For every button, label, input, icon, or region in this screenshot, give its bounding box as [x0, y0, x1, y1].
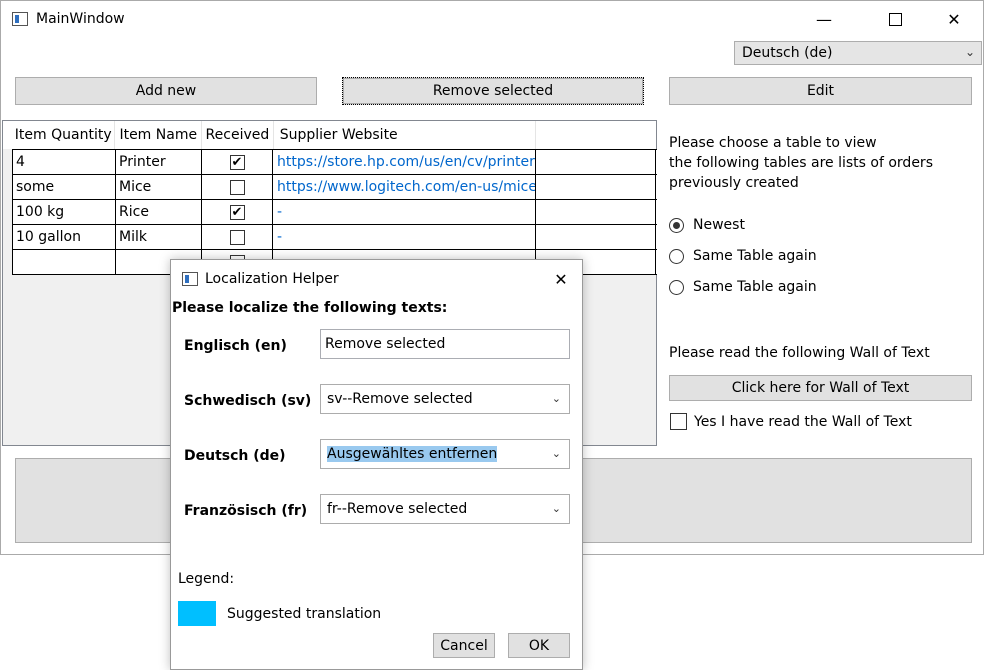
cell-supplier-website: - [273, 200, 536, 224]
cell-item-quantity[interactable]: some [13, 175, 116, 199]
swedish-dropdown[interactable]: sv--Remove selected ⌄ [320, 384, 570, 414]
dialog-heading: Please localize the following texts: [172, 300, 448, 316]
cell-item-name[interactable]: Milk [116, 225, 202, 249]
language-combobox[interactable]: Deutsch (de) ⌄ [734, 41, 982, 65]
info-line: Please choose a table to view [669, 135, 877, 151]
column-header-item-quantity[interactable]: Item Quantity [12, 121, 116, 149]
supplier-website-link[interactable]: https://www.logitech.com/en-us/mice [273, 175, 536, 199]
cell-supplier-website: - [273, 225, 536, 249]
cell-filler [536, 150, 656, 174]
cell-item-name[interactable]: Mice [116, 175, 202, 199]
datagrid-rows: 4 Printer ✔ https://store.hp.com/us/en/cv/p… [12, 149, 657, 275]
wall-of-text-button[interactable]: Click here for Wall of Text [669, 375, 972, 401]
radio-button-icon [669, 279, 684, 295]
add-new-button[interactable]: Add new [15, 77, 317, 105]
checkbox-icon [670, 413, 687, 430]
english-text-value: Remove selected [325, 336, 446, 352]
received-checkbox[interactable] [229, 229, 245, 245]
received-checkbox[interactable] [229, 179, 245, 195]
edit-button[interactable]: Edit [669, 77, 972, 105]
french-dropdown-value: fr--Remove selected [327, 501, 468, 517]
cell-filler [536, 225, 656, 249]
english-text-input[interactable]: Remove selected [320, 329, 570, 359]
radio-button-icon [669, 217, 684, 233]
table-row[interactable]: some Mice https://www.logitech.com/en-us/m… [13, 175, 657, 200]
french-dropdown[interactable]: fr--Remove selected ⌄ [320, 494, 570, 524]
cell-item-quantity[interactable]: 4 [13, 150, 116, 174]
chevron-down-icon: ⌄ [551, 502, 561, 515]
table-row[interactable]: 4 Printer ✔ https://store.hp.com/us/en/cv/p… [13, 150, 657, 175]
ok-button[interactable]: OK [508, 633, 570, 658]
table-row[interactable]: 100 kg Rice ✔ - [13, 200, 657, 225]
row-header-spacer [3, 121, 12, 149]
column-header-item-name[interactable]: Item Name [115, 121, 203, 149]
cell-received: ✔ [202, 200, 273, 224]
received-checkbox[interactable]: ✔ [229, 154, 245, 170]
cell-item-name[interactable]: Printer [116, 150, 202, 174]
checkbox-label: Yes I have read the Wall of Text [694, 413, 912, 430]
close-icon[interactable]: ✕ [931, 4, 977, 34]
localization-helper-dialog: Localization Helper ✕ Please localize th… [170, 259, 583, 670]
wall-of-text-checkbox[interactable]: Yes I have read the Wall of Text [670, 413, 912, 430]
info-line: the following tables are lists of orders [669, 155, 933, 171]
chevron-down-icon: ⌄ [551, 447, 561, 460]
cell-item-quantity[interactable]: 10 gallon [13, 225, 116, 249]
cell-received [202, 225, 273, 249]
radio-label: Same Table again [693, 248, 817, 264]
cell-item-quantity[interactable]: 100 kg [13, 200, 116, 224]
info-text: Please choose a table to view the follow… [669, 133, 933, 193]
field-label-de: Deutsch (de) [184, 448, 286, 464]
cell-filler [536, 200, 656, 224]
chevron-down-icon: ⌄ [964, 45, 975, 59]
cell-item-name[interactable]: Rice [116, 200, 202, 224]
radio-newest[interactable]: Newest [669, 217, 745, 233]
cell-filler [536, 175, 656, 199]
chevron-down-icon: ⌄ [551, 392, 561, 405]
cell-received: ✔ [202, 150, 273, 174]
column-header-filler [536, 121, 656, 149]
wall-of-text-prompt: Please read the following Wall of Text [669, 345, 930, 361]
maximize-icon[interactable] [872, 4, 918, 34]
datagrid-header: Item Quantity Item Name Received Supplie… [3, 121, 656, 149]
window-title: MainWindow [36, 11, 125, 27]
dialog-window-icon [182, 272, 198, 286]
cell-received [202, 175, 273, 199]
column-header-supplier-website[interactable]: Supplier Website [274, 121, 536, 149]
minimize-icon[interactable]: — [801, 4, 847, 34]
german-dropdown-value: Ausgewähltes entfernen [327, 446, 498, 462]
legend-label: Legend: [178, 571, 235, 587]
field-label-en: Englisch (en) [184, 338, 287, 354]
close-icon[interactable]: ✕ [538, 264, 584, 294]
column-header-received[interactable]: Received [202, 121, 274, 149]
german-dropdown[interactable]: Ausgewähltes entfernen ⌄ [320, 439, 570, 469]
app-window-icon [12, 12, 28, 26]
field-label-fr: Französisch (fr) [184, 503, 308, 519]
legend-item-label: Suggested translation [227, 606, 382, 622]
supplier-website-link[interactable]: https://store.hp.com/us/en/cv/printers [273, 150, 536, 174]
table-row[interactable]: 10 gallon Milk - [13, 225, 657, 250]
radio-label: Newest [693, 217, 745, 233]
radio-label: Same Table again [693, 279, 817, 295]
language-combobox-value: Deutsch (de) [742, 45, 833, 61]
received-checkbox[interactable]: ✔ [229, 204, 245, 220]
cell-item-quantity[interactable] [13, 250, 116, 274]
radio-same-table-1[interactable]: Same Table again [669, 248, 817, 264]
info-line: previously created [669, 175, 799, 191]
remove-selected-button[interactable]: Remove selected [342, 77, 644, 105]
field-label-sv: Schwedisch (sv) [184, 393, 312, 409]
swedish-dropdown-value: sv--Remove selected [327, 391, 473, 407]
radio-button-icon [669, 248, 684, 264]
legend-color-swatch [178, 601, 216, 626]
cancel-button[interactable]: Cancel [433, 633, 495, 658]
dialog-title: Localization Helper [205, 271, 339, 287]
radio-same-table-2[interactable]: Same Table again [669, 279, 817, 295]
